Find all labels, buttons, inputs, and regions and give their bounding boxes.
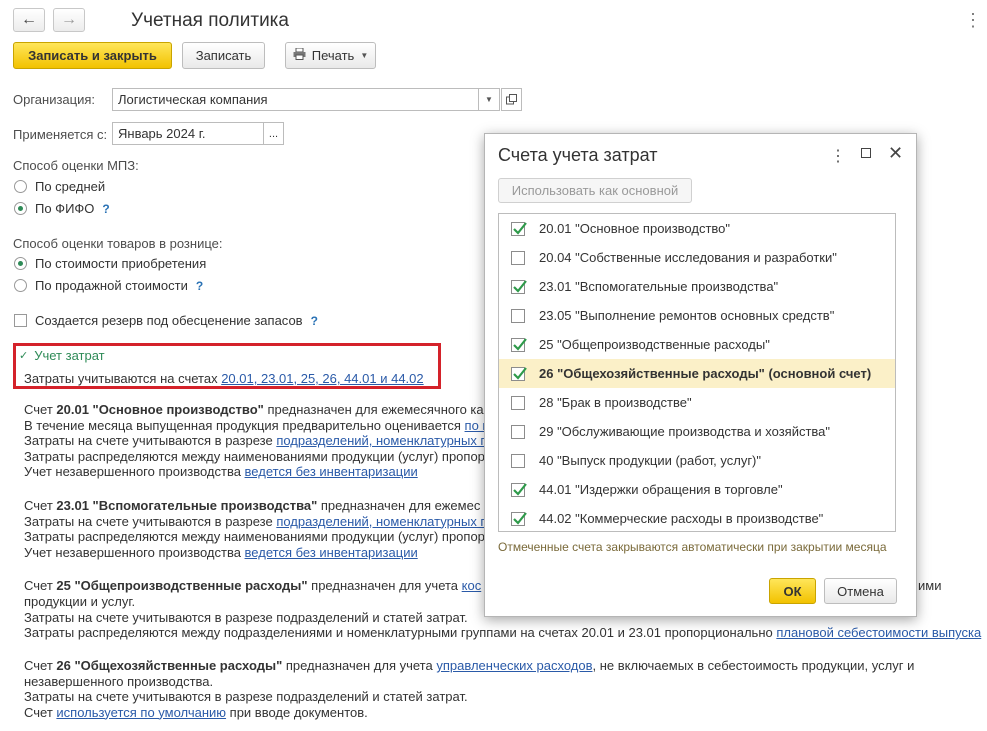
account-row[interactable]: 40 "Выпуск продукции (работ, услуг)" xyxy=(499,446,895,475)
mpz-fifo-option[interactable]: По ФИФО? xyxy=(14,201,110,216)
retail-label: Способ оценки товаров в рознице: xyxy=(13,236,223,251)
ok-button[interactable]: ОК xyxy=(769,578,816,604)
save-close-button[interactable]: Записать и закрыть xyxy=(13,42,172,69)
cost-accounts-dialog: Счета учета затрат ⋮ ✕ Использовать как … xyxy=(484,133,917,617)
account-row[interactable]: 28 "Брак в производстве" xyxy=(499,388,895,417)
mpz-average-option[interactable]: По средней xyxy=(14,179,105,194)
open-link-icon[interactable] xyxy=(501,88,522,111)
cost-group-toggle[interactable]: ✓ Учет затрат xyxy=(19,348,105,363)
desc-block-26: Счет 26 "Общехозяйственные расходы" пред… xyxy=(24,658,915,720)
account-label: 29 "Обслуживающие производства и хозяйст… xyxy=(539,424,831,439)
help-icon[interactable]: ? xyxy=(311,314,318,328)
checkbox-checked-icon[interactable] xyxy=(511,482,527,497)
arrow-right-icon: → xyxy=(61,11,77,28)
page-title: Учетная политика xyxy=(131,10,289,31)
org-field[interactable]: Логистическая компания xyxy=(112,88,479,111)
account-label: 40 "Выпуск продукции (работ, услуг)" xyxy=(539,453,762,468)
checkbox-icon xyxy=(14,314,27,327)
account-label: 44.02 "Коммерческие расходы в производст… xyxy=(539,511,824,526)
desc-block-2301: Счет 23.01 "Вспомогательные производства… xyxy=(24,498,484,560)
retail-purchase-option[interactable]: По стоимости приобретения xyxy=(14,256,206,271)
maximize-icon[interactable] xyxy=(861,148,871,158)
account-label: 44.01 "Издержки обращения в торговле" xyxy=(539,482,783,497)
close-icon[interactable]: ✕ xyxy=(888,143,903,164)
accounts-link[interactable]: 20.01, 23.01, 25, 26, 44.01 и 44.02 xyxy=(221,371,423,386)
help-icon[interactable]: ? xyxy=(102,202,109,216)
applies-field[interactable]: Январь 2024 г. xyxy=(112,122,264,145)
arrow-left-icon: ← xyxy=(21,11,37,28)
desc-block-25-head: Счет 25 "Общепроизводственные расходы" п… xyxy=(24,578,482,593)
dialog-title: Счета учета затрат xyxy=(498,145,658,165)
accounts-list: 20.01 "Основное производство" 20.04 "Собс… xyxy=(498,213,896,532)
print-label: Печать xyxy=(311,48,355,63)
desc-block-2001: Счет 20.01 "Основное производство" предн… xyxy=(24,402,484,479)
account-row[interactable]: 20.01 "Основное производство" xyxy=(499,214,895,243)
checkbox-checked-icon[interactable] xyxy=(511,337,527,352)
cancel-button[interactable]: Отмена xyxy=(824,578,897,604)
back-button[interactable]: ← xyxy=(13,8,45,32)
radio-icon xyxy=(14,180,27,193)
forward-button[interactable]: → xyxy=(53,8,85,32)
account-row[interactable]: 20.04 "Собственные исследования и разраб… xyxy=(499,243,895,272)
help-icon[interactable]: ? xyxy=(196,279,203,293)
account-label: 25 "Общепроизводственные расходы" xyxy=(539,337,770,352)
printer-icon xyxy=(293,47,306,63)
dialog-note: Отмеченные счета закрываются автоматичес… xyxy=(498,540,887,554)
account-row[interactable]: 29 "Обслуживающие производства и хозяйст… xyxy=(499,417,895,446)
checkbox-icon[interactable] xyxy=(511,395,525,410)
org-dropdown-icon[interactable]: ▼ xyxy=(478,88,500,111)
reserve-checkbox[interactable]: Создается резерв под обесценение запасов… xyxy=(14,313,318,328)
desc-block-25-tail: ими xyxy=(918,578,942,593)
radio-icon xyxy=(14,279,27,292)
print-button[interactable]: Печать ▼ xyxy=(285,42,376,69)
chevron-down-icon: ✓ xyxy=(19,350,29,362)
mpz-label: Способ оценки МПЗ: xyxy=(13,158,139,172)
account-label: 28 "Брак в производстве" xyxy=(539,395,692,410)
more-icon[interactable]: ⋮ xyxy=(830,146,846,166)
checkbox-icon[interactable] xyxy=(511,308,525,323)
account-row[interactable]: 23.05 "Выполнение ремонтов основных сред… xyxy=(499,301,895,330)
checkbox-icon[interactable] xyxy=(511,453,525,468)
more-icon[interactable]: ⋮ xyxy=(964,10,982,31)
account-label: 23.01 "Вспомогательные производства" xyxy=(539,279,779,294)
account-row[interactable]: 44.01 "Издержки обращения в торговле" xyxy=(499,475,895,504)
account-label: 20.04 "Собственные исследования и разраб… xyxy=(539,250,837,265)
chevron-down-icon: ▼ xyxy=(360,51,369,60)
checkbox-icon[interactable] xyxy=(511,424,525,439)
checkbox-checked-icon[interactable] xyxy=(511,279,527,294)
applies-label: Применяется с: xyxy=(13,127,108,142)
account-row[interactable]: 25 "Общепроизводственные расходы" xyxy=(499,330,895,359)
account-label: 26 "Общехозяйственные расходы" (основной… xyxy=(539,366,872,381)
account-row[interactable]: 23.01 "Вспомогательные производства" xyxy=(499,272,895,301)
account-label: 20.01 "Основное производство" xyxy=(539,221,731,236)
use-as-main-button[interactable]: Использовать как основной xyxy=(498,178,692,203)
account-row[interactable]: 44.02 "Коммерческие расходы в производст… xyxy=(499,504,895,533)
retail-sale-option[interactable]: По продажной стоимости? xyxy=(14,278,203,293)
checkbox-icon[interactable] xyxy=(511,250,525,265)
radio-selected-icon xyxy=(14,202,27,215)
cost-accounts-line: Затраты учитываются на счетах 20.01, 23.… xyxy=(24,371,424,386)
account-row[interactable]: 26 "Общехозяйственные расходы" (основной… xyxy=(499,359,895,388)
checkbox-checked-icon[interactable] xyxy=(511,511,527,526)
checkbox-checked-icon[interactable] xyxy=(511,221,527,236)
org-label: Организация: xyxy=(13,92,96,107)
save-button[interactable]: Записать xyxy=(182,42,265,69)
account-label: 23.05 "Выполнение ремонтов основных сред… xyxy=(539,308,835,323)
checkbox-checked-icon[interactable] xyxy=(511,366,527,381)
applies-select-button[interactable]: ... xyxy=(263,122,284,145)
radio-selected-icon xyxy=(14,257,27,270)
